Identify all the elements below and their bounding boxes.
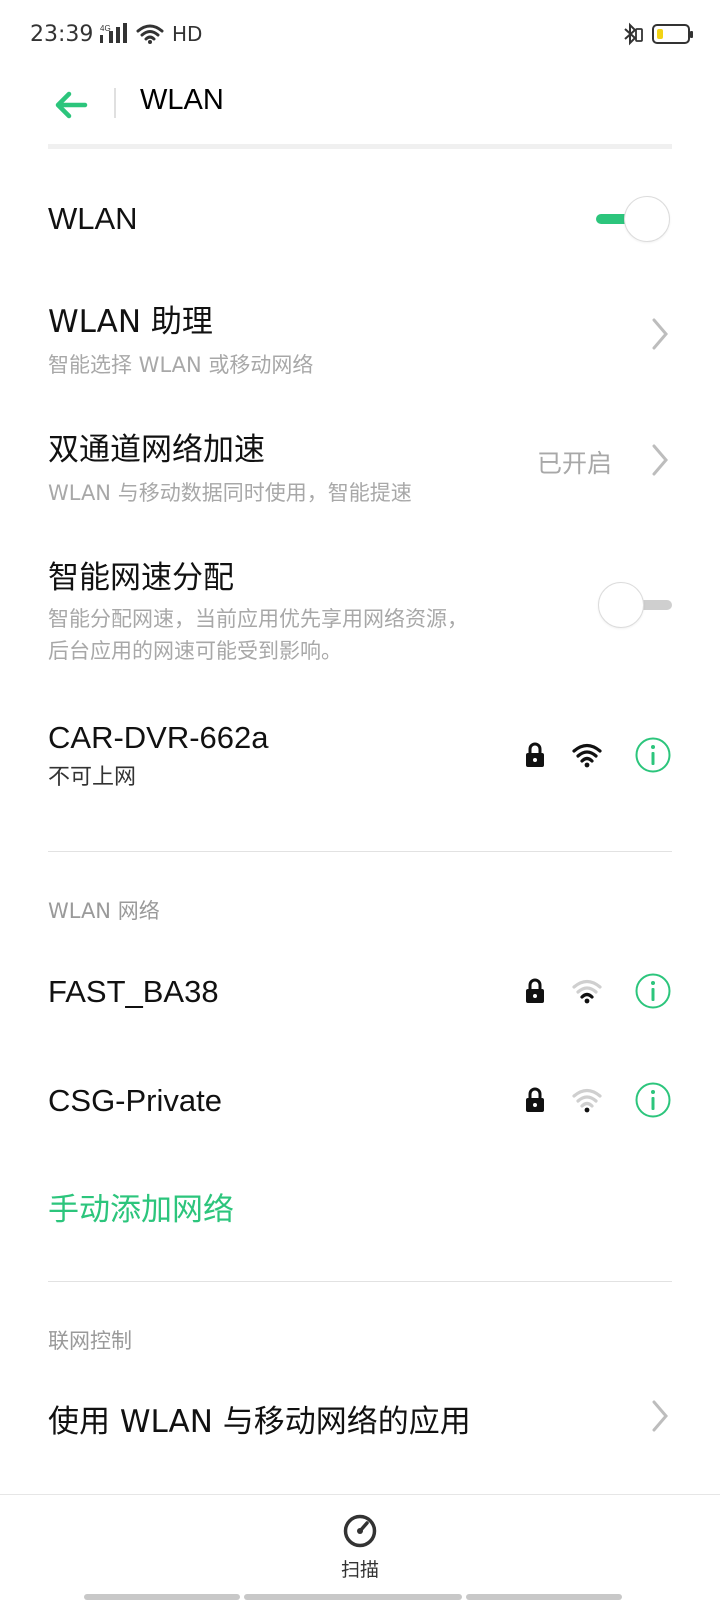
chevron-right-icon xyxy=(652,1400,668,1432)
wlan-toggle[interactable] xyxy=(596,194,672,244)
header-separator xyxy=(48,144,672,149)
nav-hint-left xyxy=(84,1594,240,1600)
wifi-signal-weak-icon xyxy=(572,1088,602,1113)
nav-hint-right xyxy=(466,1594,622,1600)
dual-channel-value: 已开启 xyxy=(536,449,612,478)
bluetooth-icon xyxy=(624,22,643,46)
speed-allocation-row[interactable]: 智能网速分配 智能分配网速，当前应用优先享用网络资源， 后台应用的网速可能受到影… xyxy=(48,552,672,664)
speed-allocation-subtitle-line2: 后台应用的网速可能受到影响。 xyxy=(48,639,342,663)
speed-allocation-subtitle-line1: 智能分配网速，当前应用优先享用网络资源， xyxy=(48,607,468,631)
divider xyxy=(48,851,672,852)
wifi-signal-weak-icon xyxy=(572,979,602,1004)
back-button[interactable] xyxy=(48,82,94,128)
wifi-signal-full-icon xyxy=(572,743,602,768)
battery-level xyxy=(657,29,663,39)
wlan-assistant-subtitle: 智能选择 WLAN 或移动网络 xyxy=(48,353,314,377)
status-right-group xyxy=(620,22,693,46)
header-divider xyxy=(114,88,116,118)
info-icon[interactable] xyxy=(634,972,672,1010)
apps-network-usage-title: 使用 WLAN 与移动网络的应用 xyxy=(48,1404,471,1440)
network-icons xyxy=(524,972,672,1010)
cellular-signal-icon: 4G xyxy=(100,23,127,43)
lock-icon xyxy=(526,978,544,1003)
wlan-assistant-title: WLAN 助理 xyxy=(48,304,213,340)
hd-label: HD xyxy=(172,22,203,46)
nav-hint-center xyxy=(244,1594,462,1600)
wifi-status-icon xyxy=(136,24,164,44)
speed-allocation-subtitle: 智能分配网速，当前应用优先享用网络资源， 后台应用的网速可能受到影响。 xyxy=(48,603,672,667)
wlan-toggle-label: WLAN xyxy=(48,201,138,236)
network-item-fast-ba38[interactable]: FAST_BA38 xyxy=(48,970,672,1020)
toggle-knob xyxy=(624,196,670,242)
wlan-assistant-row[interactable]: WLAN 助理 智能选择 WLAN 或移动网络 xyxy=(48,296,672,377)
dual-channel-row[interactable]: 双通道网络加速 WLAN 与移动数据同时使用，智能提速 已开启 xyxy=(48,424,672,505)
toggle-knob xyxy=(598,582,644,628)
network-item-csg-private[interactable]: CSG-Private xyxy=(48,1079,672,1129)
wlan-toggle-row[interactable]: WLAN xyxy=(48,194,672,244)
scan-button[interactable]: 扫描 xyxy=(330,1513,390,1585)
wlan-networks-section-label: WLAN 网络 xyxy=(48,899,160,923)
chevron-right-icon xyxy=(652,318,668,350)
network-icons xyxy=(524,1081,672,1119)
dual-channel-subtitle: WLAN 与移动数据同时使用，智能提速 xyxy=(48,481,412,505)
page-title: WLAN xyxy=(140,84,224,116)
speed-allocation-title: 智能网速分配 xyxy=(48,560,234,596)
header: WLAN xyxy=(0,72,720,144)
scan-icon xyxy=(343,1514,377,1548)
network-control-section-label: 联网控制 xyxy=(48,1329,132,1353)
add-network-button[interactable]: 手动添加网络 xyxy=(48,1184,234,1229)
lock-icon xyxy=(526,742,544,767)
chevron-right-icon xyxy=(652,444,668,476)
status-network-group: 4G HD xyxy=(100,22,202,46)
divider xyxy=(48,1281,672,1282)
info-icon[interactable] xyxy=(634,736,672,774)
status-time: 23:39 xyxy=(30,22,94,47)
apps-network-usage-row[interactable]: 使用 WLAN 与移动网络的应用 xyxy=(48,1396,672,1446)
battery-icon xyxy=(652,24,693,44)
back-arrow-icon xyxy=(55,91,88,119)
bottom-bar: 扫描 xyxy=(0,1494,720,1600)
connected-network-row[interactable]: CAR-DVR-662a 不可上网 xyxy=(48,720,672,800)
status-bar: 23:39 4G HD xyxy=(0,0,720,72)
speed-allocation-toggle[interactable] xyxy=(596,580,672,630)
scan-label: 扫描 xyxy=(340,1559,379,1581)
lock-icon xyxy=(526,1087,544,1112)
connected-network-icons xyxy=(524,736,672,774)
info-icon[interactable] xyxy=(634,1081,672,1119)
